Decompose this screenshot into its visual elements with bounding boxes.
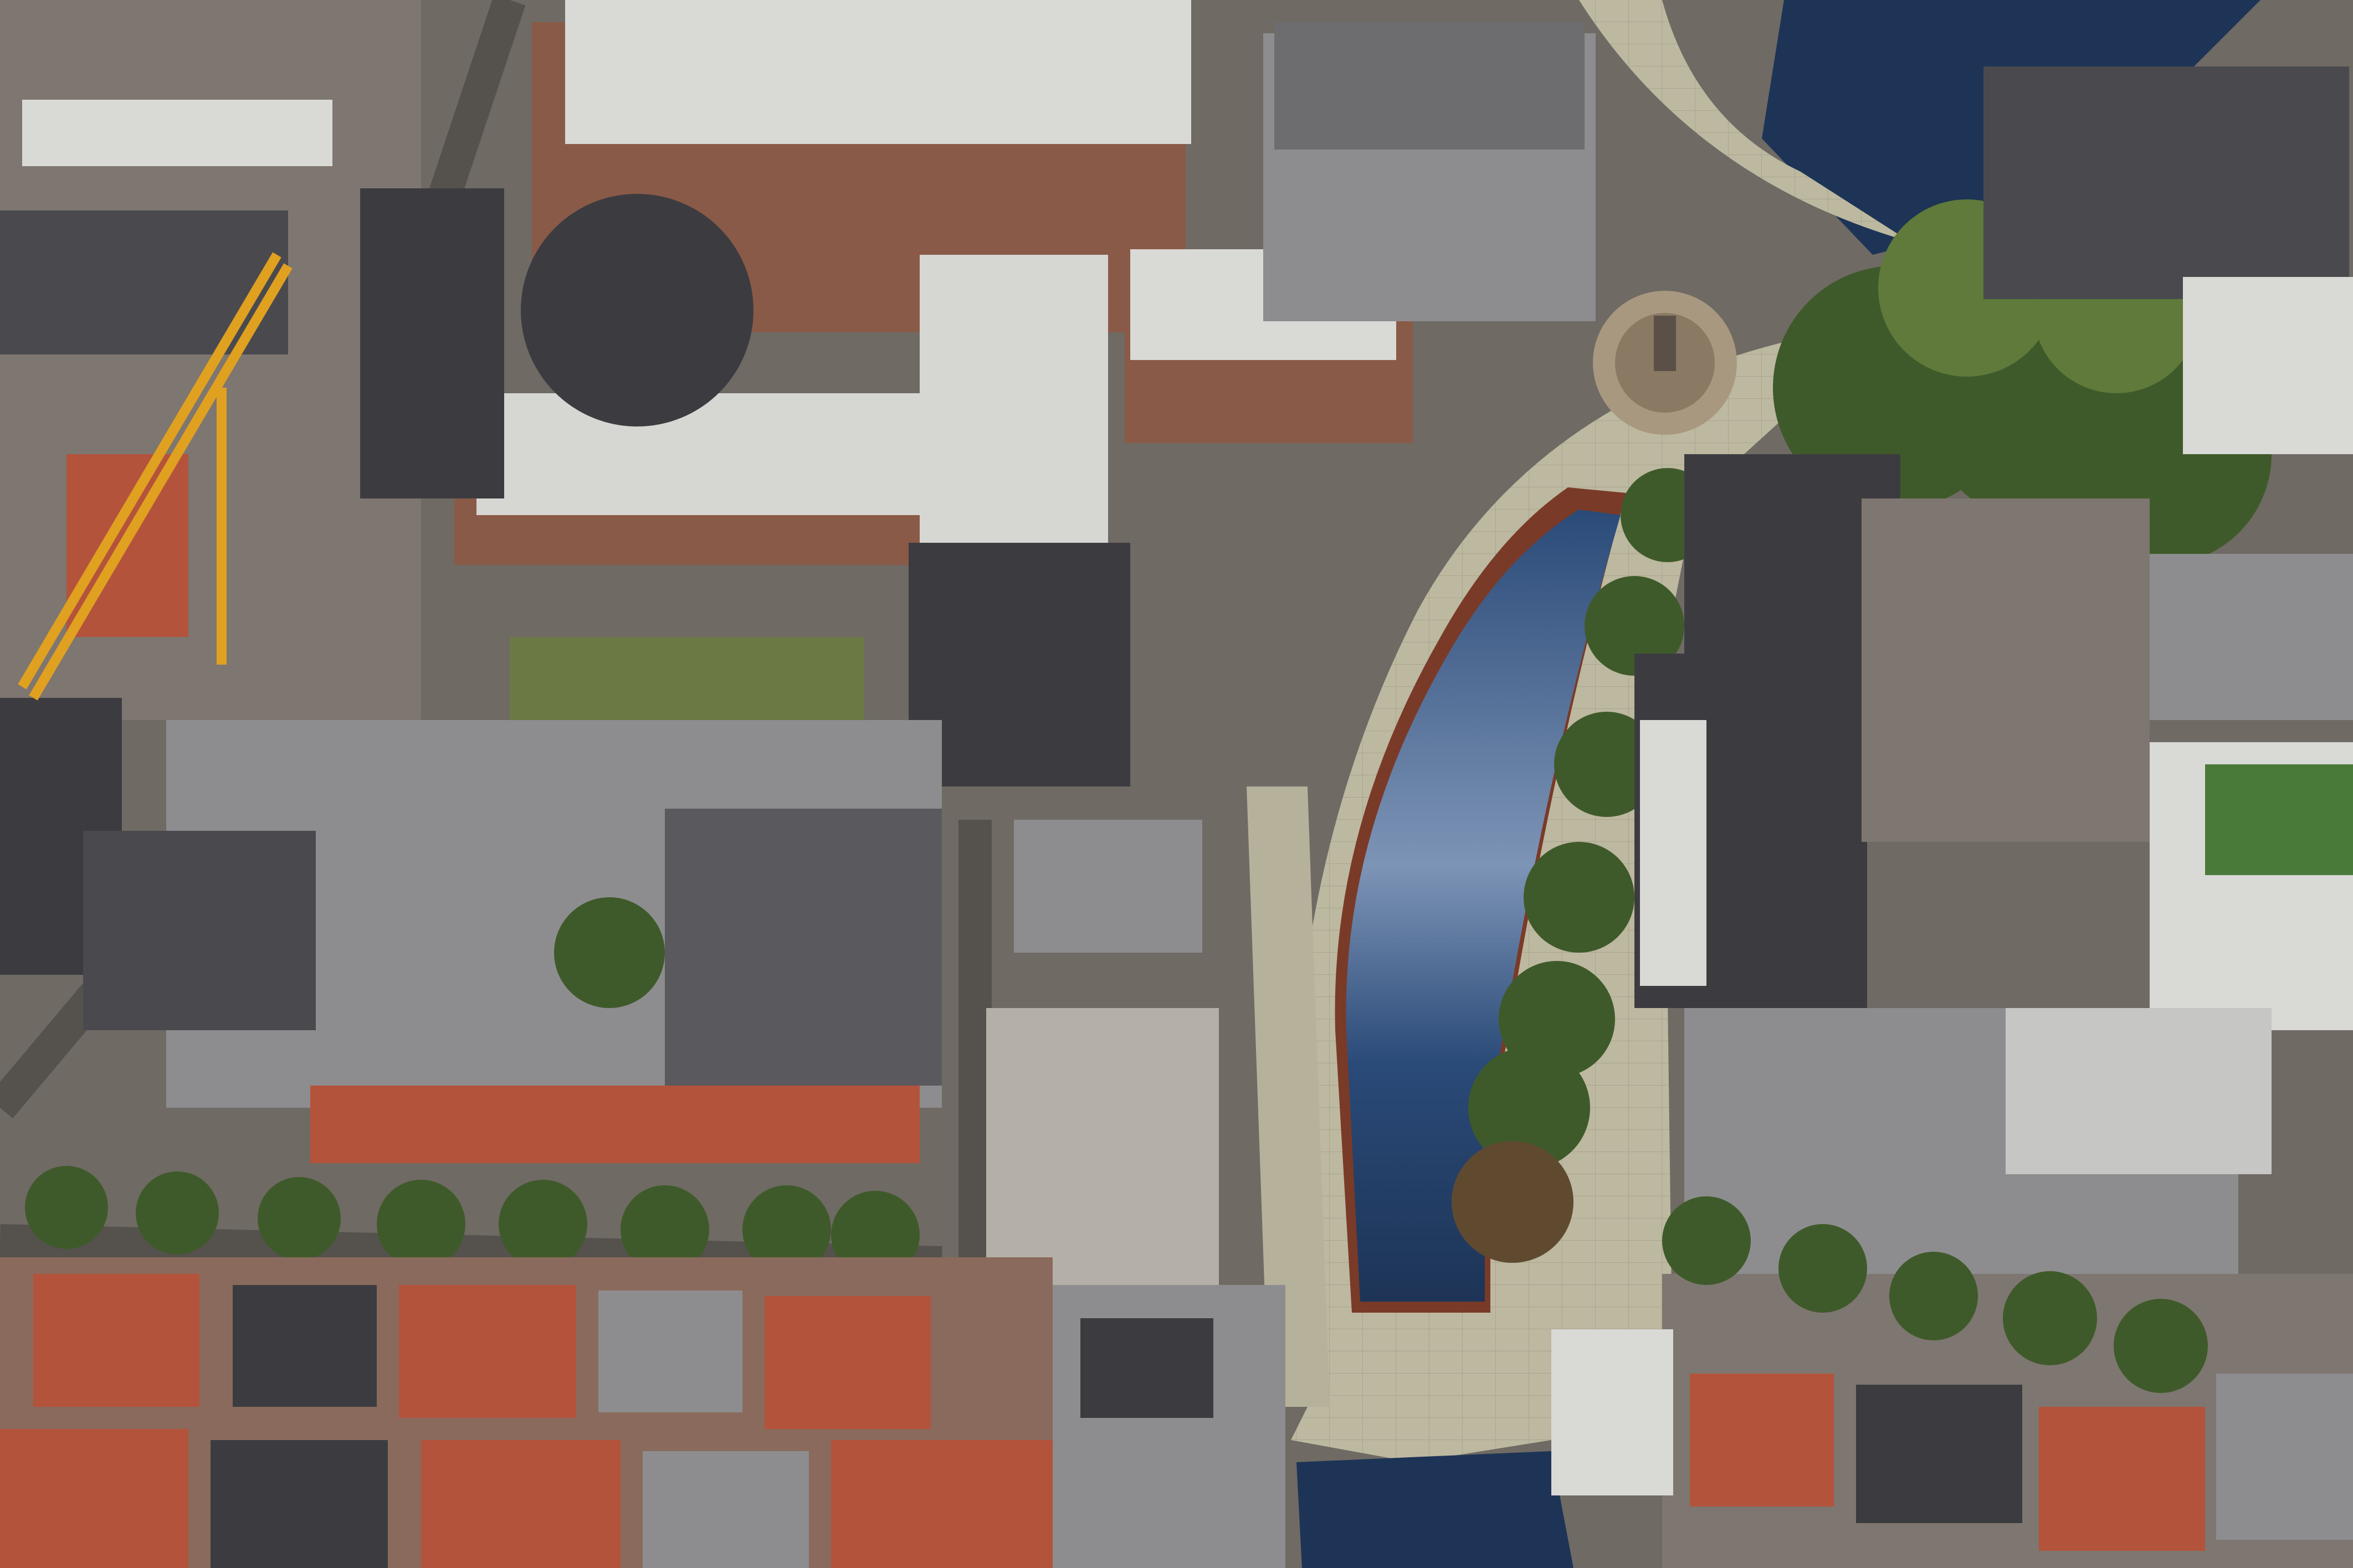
buildings-near-bottom-canal — [1053, 1285, 1285, 1568]
red-roof-district — [0, 1257, 1064, 1568]
modern-apartment-building — [1263, 22, 1596, 321]
aerial-city-scene — [0, 0, 2353, 1568]
plaza-fountain-statue — [1593, 291, 1737, 435]
canal-bottom — [1296, 1451, 1573, 1568]
tree-lower-left — [554, 897, 665, 1008]
